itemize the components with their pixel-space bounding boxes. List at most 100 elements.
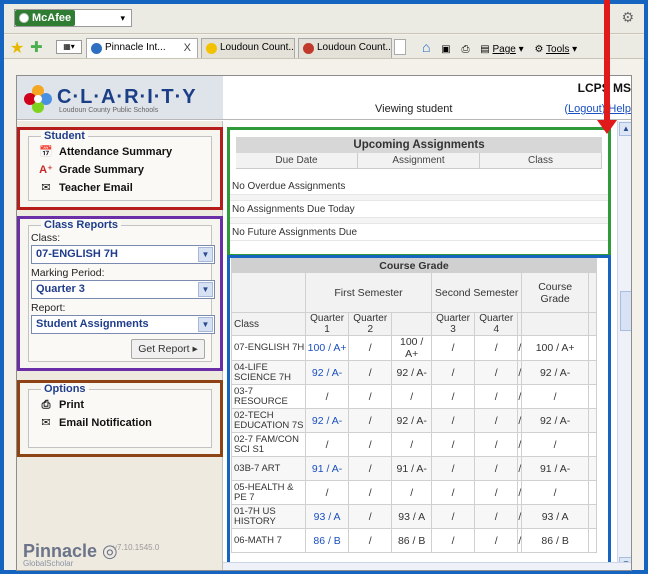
class-cell: 05-HEALTH & PE 7 [231, 480, 306, 505]
close-tab-icon[interactable]: X [184, 39, 191, 57]
blank-cell [588, 360, 597, 385]
overdue-row: No Overdue Assignments [230, 178, 608, 195]
play-icon: ▸ [192, 343, 198, 355]
tab-loudoun-2[interactable]: Loudoun Count... [298, 38, 392, 58]
table-row: 02-TECH EDUCATION 7S 92 / A-/92 / A- / //92… [231, 408, 597, 433]
grade-cell: / [430, 432, 476, 457]
email-notification-link[interactable]: ✉ Email Notification [39, 416, 152, 430]
horizontal-scrollbar[interactable] [223, 562, 631, 570]
favorites-star-icon[interactable]: ★ [10, 38, 24, 58]
class-column[interactable]: Class [480, 153, 602, 168]
tab-pinnacle[interactable]: Pinnacle Int... X [86, 38, 198, 58]
grade-cell: 86 / B [391, 528, 432, 553]
logout-link[interactable]: Logout [568, 103, 602, 115]
print-link[interactable]: ⎙ Print [39, 398, 84, 412]
grade-cell: 93 / A [391, 504, 432, 529]
grade-cell: / [348, 432, 393, 457]
grade-link[interactable]: 93 / A [304, 504, 350, 529]
grade-link[interactable]: 92 / A- [304, 408, 350, 433]
grade-link[interactable]: 92 / A- [304, 360, 350, 385]
tools-menu[interactable]: ⚙ Tools ▾ [534, 44, 577, 55]
grade-summary-link[interactable]: A⁺ Grade Summary [39, 163, 144, 177]
quarter-3-header: Quarter 3 [430, 312, 476, 336]
chevron-down-icon[interactable]: ▼ [198, 247, 213, 262]
report-label: Report: [31, 302, 66, 314]
tab-bar: ★ ✚ ▦▾ Pinnacle Int... X Loudoun Count..… [4, 35, 644, 59]
app-name: C·L·A·R·I·T·Y [57, 86, 197, 108]
pinnacle-logo: Pinnacle ◎ GlobalScholar [23, 541, 118, 568]
class-cell: 07-ENGLISH 7H [231, 335, 306, 361]
page-content: C·L·A·R·I·T·Y Loudoun County Public Scho… [16, 75, 632, 571]
grade-cell: / [474, 432, 519, 457]
browser-window: McAfee ▾ ⚙ ★ ✚ ▦▾ Pinnacle Int... X Loud… [0, 0, 648, 574]
gear-icon[interactable]: ⚙ [621, 9, 634, 26]
home-icon[interactable]: ⌂ [422, 39, 430, 55]
grade-cell: 92 / A- [521, 408, 589, 433]
viewing-label: Viewing student [375, 103, 453, 115]
teacher-email-link[interactable]: ✉ Teacher Email [39, 181, 132, 195]
chevron-down-icon[interactable]: ▾ [120, 13, 125, 24]
grade-cell: / [474, 456, 519, 481]
chevron-down-icon[interactable]: ▼ [198, 317, 213, 332]
sidebar: Student 📅 Attendance Summary A⁺ Grade Su… [17, 121, 223, 570]
annotation-arrow [604, 0, 610, 120]
grade-link[interactable]: 86 / B [304, 528, 350, 553]
grade-cell: / [474, 384, 519, 409]
report-select[interactable]: Student Assignments ▼ [31, 315, 215, 334]
add-favorite-icon[interactable]: ✚ [30, 38, 43, 56]
assignment-column[interactable]: Assignment [358, 153, 480, 168]
marking-period-select[interactable]: Quarter 3 ▼ [31, 280, 215, 299]
scroll-thumb[interactable] [620, 291, 631, 331]
main-content: Upcoming Assignments Due Date Assignment… [223, 121, 631, 570]
due-date-column[interactable]: Due Date [236, 153, 358, 168]
grade-cell: / [474, 504, 519, 529]
tab-loudoun-1[interactable]: Loudoun Count... [201, 38, 295, 58]
vertical-scrollbar[interactable]: ▲ ▼ [617, 121, 631, 570]
calendar-icon: 📅 [39, 146, 53, 158]
help-link[interactable]: Help [608, 103, 631, 115]
class-cell: 01-7H US HISTORY [231, 504, 306, 529]
grade-cell: / [474, 335, 519, 361]
grade-cell: / [348, 504, 393, 529]
grade-cell: / [391, 480, 432, 505]
table-row: 06-MATH 7 86 / B/86 / B / //86 / B [231, 528, 597, 553]
scroll-up-icon[interactable]: ▲ [619, 122, 631, 136]
get-report-button[interactable]: Get Report ▸ [131, 339, 205, 359]
grade-cell: 91 / A- [521, 456, 589, 481]
table-row: 07-ENGLISH 7H 100 / A+/100 / A+ / //100 / A… [231, 335, 597, 361]
semester-header-row: First Semester Second Semester Course Gr… [231, 272, 597, 313]
feeds-icon[interactable]: ▣ [441, 44, 450, 55]
site-icon [206, 43, 217, 54]
mcafee-shield-icon [19, 13, 29, 23]
page-menu[interactable]: ▤ Page ▾ [480, 44, 523, 55]
class-label: Class: [31, 232, 61, 244]
chevron-down-icon[interactable]: ▼ [198, 282, 213, 297]
attendance-summary-link[interactable]: 📅 Attendance Summary [39, 145, 172, 159]
grade-cell: / [304, 432, 350, 457]
print-icon[interactable]: ⎙ [461, 44, 469, 55]
grade-cell: 92 / A- [521, 360, 589, 385]
grade-cell: / [521, 432, 589, 457]
app-subtitle: Loudoun County Public Schools [59, 107, 159, 114]
mcafee-button[interactable]: McAfee ▾ [14, 9, 132, 27]
grade-cell: 86 / B [521, 528, 589, 553]
quick-tabs-icon[interactable]: ▦▾ [56, 40, 82, 54]
new-tab-button[interactable] [394, 39, 406, 55]
student-panel: Student 📅 Attendance Summary A⁺ Grade Su… [17, 127, 223, 210]
grade-cell: / [348, 384, 393, 409]
blank-cell [588, 432, 597, 457]
grade-cell: / [430, 480, 476, 505]
header-links: (Logout) Help [564, 103, 631, 115]
blank-cell [588, 504, 597, 529]
class-reports-fieldset: Class Reports Class: 07-ENGLISH 7H ▼ Mar… [28, 219, 215, 362]
grade-cell: / [348, 335, 393, 361]
class-select[interactable]: 07-ENGLISH 7H ▼ [31, 245, 215, 264]
grade-cell: / [304, 480, 350, 505]
future-row: No Future Assignments Due [230, 224, 608, 241]
blank-cell [588, 335, 597, 361]
grade-cell: / [348, 528, 393, 553]
grade-link[interactable]: 100 / A+ [304, 335, 350, 361]
grade-cell: / [430, 408, 476, 433]
grade-link[interactable]: 91 / A- [304, 456, 350, 481]
get-report-label: Get Report [138, 343, 190, 355]
